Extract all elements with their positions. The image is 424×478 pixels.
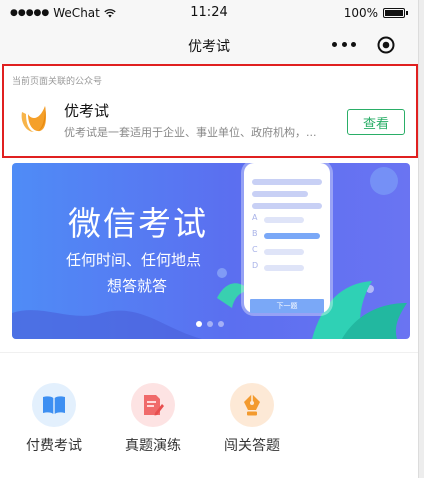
mock-next-button: 下一题 [250,299,324,313]
battery-percent: 100% [343,6,378,20]
more-menu-icon[interactable] [332,36,356,52]
phone-screen: ●●●●● WeChat 11:24 100% 优考试 当前页面关联的公众号 优… [0,0,419,478]
mock-option-letter: B [252,229,258,238]
carousel-dot[interactable] [218,321,224,327]
navigation-bar: 优考试 [0,26,418,64]
mock-option-letter: A [252,213,258,222]
mock-option-letter: D [252,261,259,270]
mock-bar [252,203,322,209]
section-divider [0,352,418,353]
mock-option-letter: C [252,245,258,254]
banner-subtitle-line1: 任何时间、任何地点 [66,251,202,269]
menu-label: 付费考试 [26,438,82,454]
carousel-dot[interactable] [207,321,213,327]
battery-icon [383,8,405,18]
book-icon [32,383,76,427]
status-bar: ●●●●● WeChat 11:24 100% [0,0,418,26]
close-capsule-icon[interactable] [377,36,395,54]
menu-item-paid-exam[interactable]: 付费考试 [21,383,87,455]
carousel-dot[interactable] [196,321,202,327]
mock-bar [252,179,322,185]
more-dot [332,41,337,47]
official-account-caption: 当前页面关联的公众号 [12,77,103,87]
more-dot [351,41,356,47]
status-right: 100% [344,6,408,20]
menu-item-level-challenge[interactable]: 闯关答题 [219,383,285,455]
menu-label: 闯关答题 [224,438,280,454]
more-dot [341,41,347,47]
carousel-indicator [196,321,224,327]
banner-title: 微信考试 [68,204,208,243]
mock-bar [264,265,304,271]
battery-tip [406,11,408,15]
official-account-description: 优考试是一套适用于企业、事业单位、政府机构，... [64,126,317,139]
mock-bar-selected [264,233,320,239]
banner-carousel[interactable]: 微信考试 任何时间、任何地点 想答就答 A B C D 下一题 [12,163,410,339]
menu-label: 真题演练 [125,438,181,454]
edit-document-icon [131,383,175,427]
mock-bar [264,217,304,223]
official-account-name: 优考试 [64,102,110,120]
view-account-button[interactable]: 查看 [347,109,405,135]
pen-nib-icon [230,383,274,427]
mock-bar [264,249,304,255]
phone-mockup-illustration: A B C D 下一题 [244,163,330,313]
official-account-card[interactable]: 当前页面关联的公众号 优考试 优考试是一套适用于企业、事业单位、政府机构，...… [2,64,418,158]
app-logo-icon [21,106,46,132]
mock-bar [252,191,308,197]
banner-subtitle-line2: 想答就答 [107,277,168,295]
menu-item-past-exams[interactable]: 真题演练 [120,383,186,455]
